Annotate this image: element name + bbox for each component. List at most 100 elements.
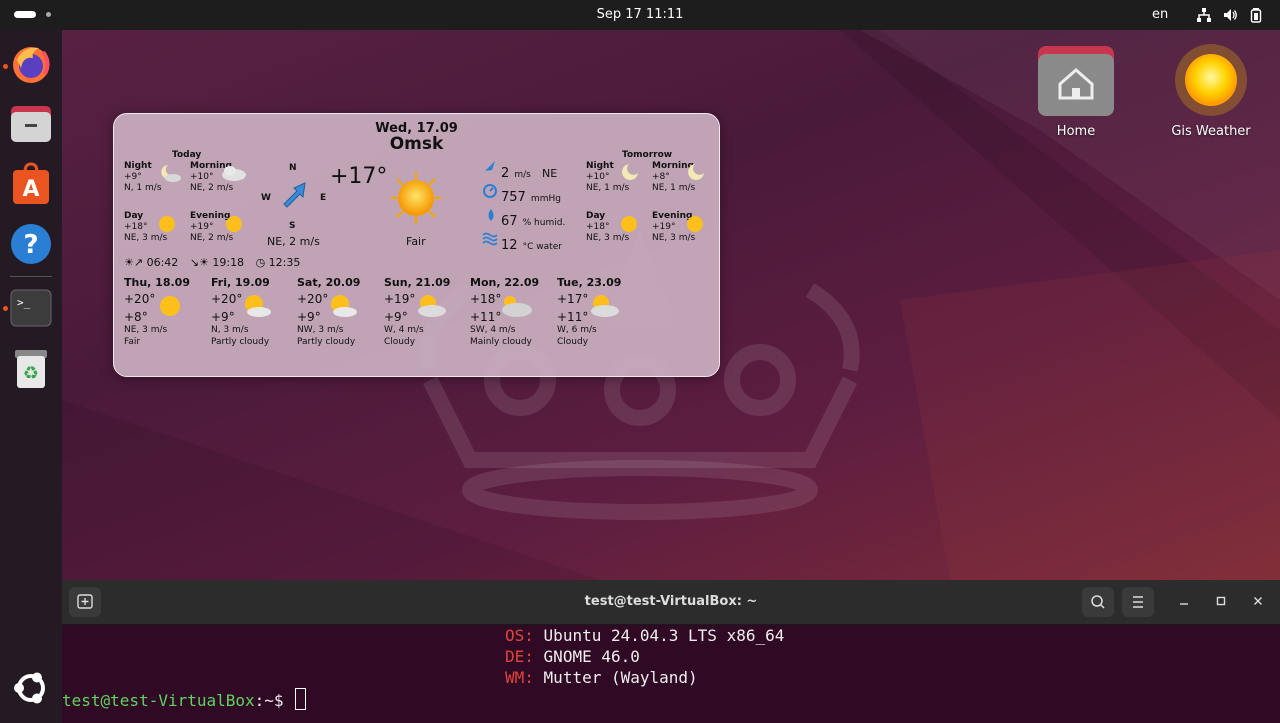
humidity-unit: % humid. (522, 218, 566, 228)
terminal-output[interactable]: OS: Ubuntu 24.04.3 LTS x86_64 DE: GNOME … (62, 626, 1280, 723)
close-icon (1254, 597, 1262, 605)
gis-weather-widget[interactable]: Wed, 17.09 Omsk Today Tomorrow Night +9°… (113, 113, 720, 377)
svg-text:♻: ♻ (23, 363, 39, 384)
period-wind: NE, 1 m/s (586, 183, 630, 193)
trash-icon: ♻ (15, 350, 47, 388)
forecast-desc: Partly cloudy (211, 337, 270, 347)
sun-weather-icon (160, 296, 180, 316)
forecast-day: Sun, 21.09 +19° +9° W, 4 m/s Cloudy (384, 276, 470, 348)
period-wind: NE, 1 m/s (652, 183, 696, 193)
running-indicator (3, 306, 8, 311)
info-value: Ubuntu 24.04.3 LTS x86_64 (543, 626, 785, 645)
partly-weather-icon (331, 295, 357, 317)
dock-trash[interactable]: ♻ (9, 346, 53, 390)
mainly-cloudy-weather-icon (502, 296, 532, 317)
wind-direction-arrow-icon (283, 182, 306, 208)
ubuntu-logo-icon (14, 672, 45, 704)
terminal-icon: >_ (10, 289, 52, 327)
dock-show-apps[interactable] (9, 666, 53, 710)
dock-firefox[interactable] (9, 42, 53, 86)
forecast-wind: W, 6 m/s (557, 325, 597, 335)
pressure-gauge-icon (483, 184, 497, 198)
sun-icon (226, 216, 242, 232)
forecast-wind: NW, 3 m/s (297, 325, 344, 335)
current-condition: Fair (406, 235, 426, 248)
prompt-path: :~$ (254, 691, 294, 710)
desktop-icon-gis-weather[interactable]: Gis Weather (1161, 40, 1261, 139)
dock-help[interactable]: ? (9, 222, 53, 266)
desktop-icon-home[interactable]: Home (1026, 40, 1126, 139)
info-value: Mutter (Wayland) (543, 668, 698, 687)
period-wind: N, 1 m/s (124, 183, 162, 193)
forecast-desc: Mainly cloudy (470, 337, 532, 347)
today-label: Today (172, 150, 202, 160)
sun-icon (1175, 44, 1247, 116)
sun-icon (159, 216, 175, 232)
forecast-day: Thu, 18.09 +20° +8° NE, 3 m/s Fair (124, 276, 210, 348)
terminal-window[interactable]: test@test-VirtualBox: ~ OS: Ubuntu 24.04… (62, 580, 1280, 723)
period-wind: NE, 3 m/s (586, 233, 630, 243)
keyboard-layout-indicator[interactable]: en (1152, 7, 1168, 22)
daylength-clock-icon: ◷ (255, 256, 266, 269)
period-label: Day (586, 211, 606, 221)
compass-west: W (261, 193, 271, 203)
wind-icon (485, 161, 495, 171)
battery-icon[interactable] (1248, 7, 1264, 23)
network-icon[interactable] (1196, 7, 1212, 23)
period-temp: +9° (124, 172, 142, 182)
forecast-date: Tue, 23.09 (557, 276, 622, 289)
detail-humidity: 67 % humid. (501, 210, 565, 229)
forecast-desc: Cloudy (384, 337, 416, 347)
cloud-icon (222, 166, 246, 181)
search-button[interactable] (1082, 587, 1114, 617)
moon-cloud-icon (161, 165, 181, 182)
tomorrow-label: Tomorrow (622, 150, 673, 160)
dock-terminal[interactable]: >_ (9, 286, 53, 330)
volume-icon[interactable] (1222, 7, 1238, 23)
today-night: Night +9° N, 1 m/s (124, 161, 162, 194)
terminal-headerbar[interactable]: test@test-VirtualBox: ~ (62, 580, 1280, 625)
period-wind: NE, 2 m/s (190, 233, 234, 243)
wind-value: 2 (501, 166, 510, 181)
forecast-desc: Fair (124, 337, 141, 347)
forecast-day: Sat, 20.09 +20° +9° NW, 3 m/s Partly cloudy (297, 276, 383, 348)
sunset-time: 19:18 (212, 256, 245, 269)
dock-app-center[interactable]: A (9, 162, 53, 206)
close-button[interactable] (1251, 594, 1265, 612)
info-label: WM: (505, 668, 534, 687)
period-temp: +18° (586, 222, 610, 232)
minimize-button[interactable] (1177, 594, 1191, 612)
dock: A ? >_ ♻ (0, 30, 62, 723)
day-length: 12:35 (268, 256, 301, 269)
detail-water: 12 °C water (501, 234, 562, 253)
terminal-prompt[interactable]: test@test-VirtualBox:~$ (62, 688, 307, 710)
water-unit: °C water (522, 242, 562, 252)
forecast-day: Tue, 23.09 +17° +11° W, 6 m/s Cloudy (557, 276, 643, 348)
cloudy-sun-weather-icon (591, 295, 619, 317)
svg-text:A: A (22, 177, 39, 202)
clock[interactable]: Sep 17 11:11 (0, 7, 1280, 22)
search-icon (1091, 595, 1105, 609)
menu-button[interactable] (1122, 587, 1154, 617)
forecast-date: Mon, 22.09 (470, 276, 540, 289)
dock-files[interactable] (9, 102, 53, 146)
period-wind: NE, 3 m/s (652, 233, 696, 243)
sun-times: ☀↗ 06:42 ↘☀ 19:18 ◷ 12:35 (124, 256, 300, 269)
info-label: DE: (505, 647, 534, 666)
water-waves-icon (482, 232, 498, 246)
current-temp: +17° (330, 164, 388, 189)
detail-pressure: 757 mmHg (501, 186, 561, 205)
period-wind: NE, 2 m/s (190, 183, 234, 193)
cloudy-sun-weather-icon (418, 295, 446, 317)
compass-east: E (320, 193, 327, 203)
hamburger-menu-icon (1133, 596, 1143, 608)
minimize-icon (1180, 603, 1188, 605)
period-label: Night (124, 161, 152, 171)
prompt-user: test@test-VirtualBox (62, 691, 255, 710)
forecast-wind: SW, 4 m/s (470, 325, 516, 335)
forecast-wind: W, 4 m/s (384, 325, 424, 335)
forecast-desc: Cloudy (557, 337, 589, 347)
sunrise-time: 06:42 (146, 256, 179, 269)
maximize-button[interactable] (1214, 594, 1228, 612)
info-label: OS: (505, 626, 534, 645)
